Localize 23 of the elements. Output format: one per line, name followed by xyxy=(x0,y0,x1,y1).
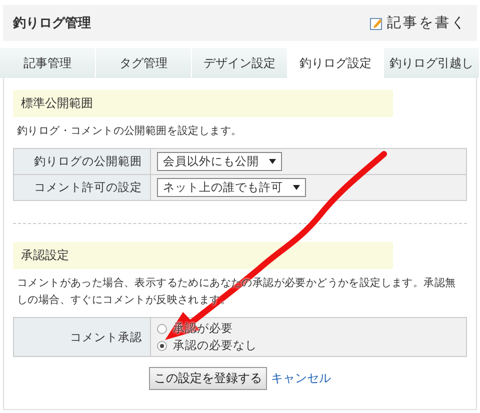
cancel-link[interactable]: キャンセル xyxy=(271,370,331,387)
dropdown-caret-icon xyxy=(293,185,300,190)
row-label: コメント許可の設定 xyxy=(14,175,151,200)
tab[interactable]: 釣りログ引越し xyxy=(384,48,480,78)
radio-button[interactable] xyxy=(157,340,167,350)
row-label: コメント承認 xyxy=(14,318,151,356)
section-heading: 標準公開範囲 xyxy=(13,90,393,117)
radio-button[interactable] xyxy=(157,324,167,334)
register-button[interactable]: この設定を登録する xyxy=(149,367,267,390)
page-title: 釣りログ管理 xyxy=(13,15,91,32)
radio-label: 承認の必要なし xyxy=(173,338,257,353)
section-heading: 承認設定 xyxy=(13,242,393,269)
radio-label: 承認が必要 xyxy=(173,321,233,336)
tab[interactable]: デザイン設定 xyxy=(192,48,288,78)
tab[interactable]: タグ管理 xyxy=(96,48,192,78)
dropdown[interactable]: ネット上の誰でも許可 xyxy=(157,178,306,197)
row-label: 釣りログの公開範囲 xyxy=(14,149,151,174)
pencil-icon xyxy=(370,16,383,30)
dropdown[interactable]: 会員以外にも公開 xyxy=(157,152,282,171)
tab[interactable]: 記事管理 xyxy=(0,48,96,78)
write-article-link[interactable]: 記事を書く xyxy=(370,14,467,32)
dropdown-caret-icon xyxy=(269,159,276,164)
section-description: 釣りログ・コメントの公開範囲を設定します。 xyxy=(17,124,243,139)
